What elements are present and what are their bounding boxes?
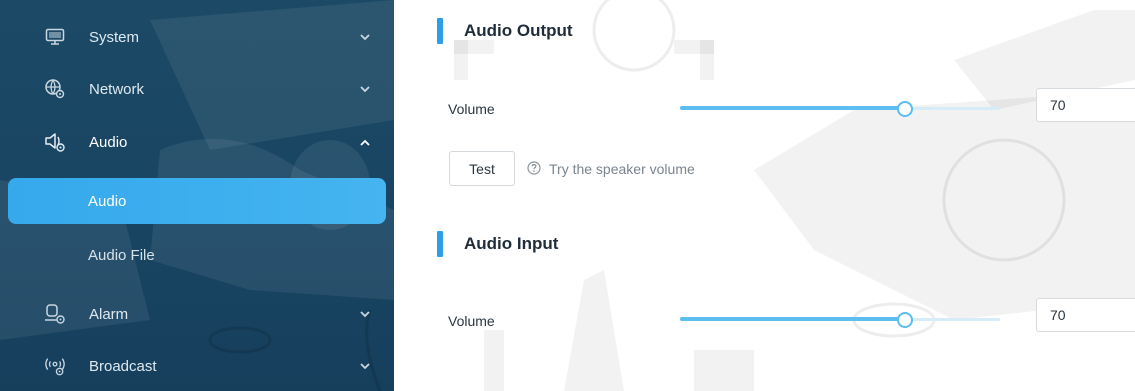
sidebar-item-network[interactable]: Network bbox=[0, 61, 394, 117]
sidebar-item-alarm[interactable]: Alarm bbox=[0, 286, 394, 342]
broadcast-gear-icon bbox=[44, 355, 66, 377]
slider-thumb[interactable] bbox=[897, 101, 913, 117]
monitor-icon bbox=[44, 26, 66, 48]
chevron-up-icon bbox=[358, 135, 372, 149]
main-panel: Audio Output Volume Test Try the speaker… bbox=[394, 0, 1135, 391]
speaker-gear-icon bbox=[44, 131, 66, 153]
section-accent-bar bbox=[437, 231, 443, 257]
sidebar-item-label: Alarm bbox=[89, 305, 129, 323]
sidebar-item-label: Audio bbox=[89, 133, 128, 151]
sidebar-item-label: System bbox=[89, 28, 140, 46]
input-volume-input[interactable] bbox=[1036, 298, 1135, 332]
globe-gear-icon bbox=[44, 78, 66, 100]
chevron-down-icon bbox=[358, 359, 372, 373]
slider-thumb[interactable] bbox=[897, 312, 913, 328]
input-volume-label: Volume bbox=[448, 313, 495, 329]
chevron-down-icon bbox=[358, 30, 372, 44]
sidebar-item-audio[interactable]: Audio bbox=[0, 114, 394, 170]
sidebar-subitem-label: Audio File bbox=[88, 246, 155, 264]
alarm-gear-icon bbox=[44, 303, 66, 325]
help-circle-icon bbox=[527, 160, 541, 178]
slider-fill bbox=[680, 317, 904, 321]
slider-fill bbox=[680, 106, 904, 110]
section-title-text: Audio Output bbox=[464, 21, 573, 40]
chevron-down-icon bbox=[358, 307, 372, 321]
sidebar-subitem-audio[interactable]: Audio bbox=[8, 178, 386, 224]
test-button[interactable]: Test bbox=[449, 151, 515, 186]
output-volume-slider[interactable] bbox=[680, 101, 1000, 117]
output-volume-label: Volume bbox=[448, 101, 495, 117]
sidebar-item-label: Network bbox=[89, 80, 145, 98]
chevron-down-icon bbox=[358, 82, 372, 96]
input-volume-slider[interactable] bbox=[680, 312, 1000, 328]
sidebar-item-broadcast[interactable]: Broadcast bbox=[0, 338, 394, 391]
test-hint: Try the speaker volume bbox=[527, 159, 695, 179]
sidebar-item-system[interactable]: System bbox=[0, 9, 394, 65]
section-accent-bar bbox=[437, 18, 443, 44]
section-title-text: Audio Input bbox=[464, 234, 559, 253]
sidebar-item-label: Broadcast bbox=[89, 357, 157, 375]
hint-text: Try the speaker volume bbox=[549, 161, 695, 177]
output-volume-input[interactable] bbox=[1036, 88, 1135, 122]
sidebar-subitem-audio-file[interactable]: Audio File bbox=[8, 232, 386, 278]
sidebar: System Network Audio Audio Audio File Al… bbox=[0, 0, 394, 391]
sidebar-subitem-label: Audio bbox=[88, 192, 127, 210]
watermark-graphic bbox=[454, 0, 1135, 391]
